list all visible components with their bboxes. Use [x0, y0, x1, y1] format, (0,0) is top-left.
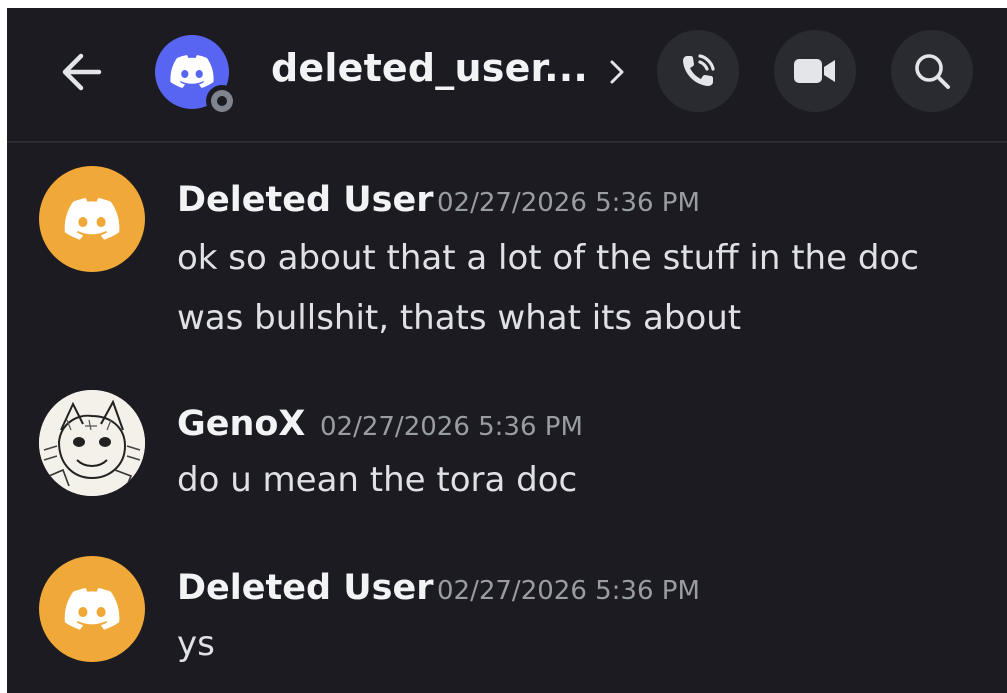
search-icon: [915, 54, 950, 89]
user-avatar[interactable]: [39, 556, 145, 662]
user-avatar[interactable]: [39, 390, 145, 496]
dm-screen: deleted_user... Deleted User 02/27/2026 …: [7, 8, 1007, 693]
message-line: ok so about that a lot of the stuff in t…: [177, 238, 919, 278]
discord-logo-icon: [64, 197, 120, 240]
back-button[interactable]: [53, 44, 109, 100]
voice-call-button[interactable]: [657, 30, 739, 112]
message-author[interactable]: Deleted User: [177, 180, 433, 220]
message-timestamp: 02/27/2026 5:36 PM: [437, 188, 700, 218]
message-line: was bullshit, thats what its about: [177, 298, 742, 338]
message-line: ys: [177, 624, 215, 664]
user-avatar[interactable]: [39, 166, 145, 272]
arrow-left-icon: [62, 53, 102, 91]
message-text: ys: [177, 614, 977, 674]
message-timestamp: 02/27/2026 5:36 PM: [320, 412, 583, 442]
header-avatar[interactable]: [155, 35, 238, 117]
channel-details-button[interactable]: [604, 54, 630, 90]
phone-call-icon: [683, 54, 715, 86]
message-line: do u mean the tora doc: [177, 460, 578, 500]
video-camera-icon: [794, 59, 835, 83]
message-text: ok so about that a lot of the stuff in t…: [177, 228, 977, 348]
channel-name[interactable]: deleted_user...: [271, 46, 588, 90]
message-timestamp: 02/27/2026 5:36 PM: [437, 576, 700, 606]
chevron-right-icon: [610, 60, 624, 84]
dm-header: deleted_user...: [7, 8, 1007, 143]
video-call-button[interactable]: [774, 30, 856, 112]
message-text: do u mean the tora doc: [177, 450, 977, 510]
discord-logo-icon: [64, 587, 120, 630]
message-author[interactable]: Deleted User: [177, 568, 433, 608]
message-author[interactable]: GenoX: [177, 404, 305, 444]
character-sketch-avatar: [39, 390, 145, 496]
offline-status-icon: [211, 90, 233, 112]
search-button[interactable]: [891, 30, 973, 112]
status-indicator: [206, 85, 238, 117]
